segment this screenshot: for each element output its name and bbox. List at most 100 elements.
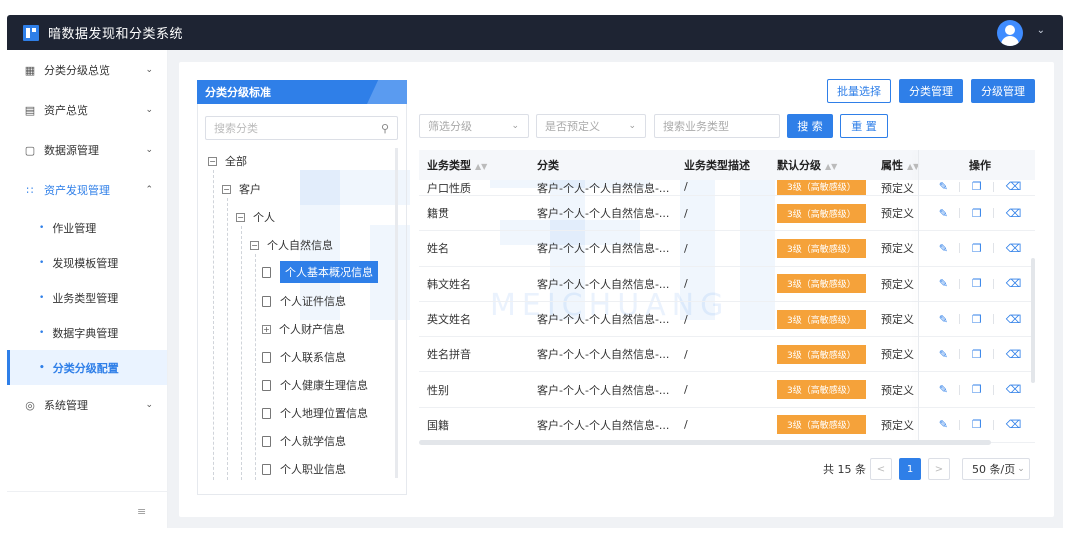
input-placeholder: 搜索业务类型 xyxy=(663,120,729,133)
divider xyxy=(959,384,961,395)
chevron-down-icon[interactable]: ⌄ xyxy=(1037,25,1045,36)
delete-icon[interactable]: ⌫ xyxy=(1006,207,1022,220)
divider xyxy=(959,181,961,192)
collapse-toggle-icon[interactable]: − xyxy=(222,184,231,194)
edit-icon[interactable]: ✎ xyxy=(939,207,948,220)
copy-icon[interactable]: ❐ xyxy=(972,277,982,290)
copy-icon[interactable]: ❐ xyxy=(972,418,982,431)
predefined-filter-select[interactable]: 是否预定义 ⌄ xyxy=(536,114,646,138)
sidebar-item-system[interactable]: ◎ 系统管理 ⌄ xyxy=(7,385,167,425)
divider xyxy=(993,349,995,360)
divider xyxy=(959,314,961,325)
business-type-table: 业务类型 ▲▼ 分类 业务类型描述 默认分级 ▲▼ 属性 ▲▼ 操作 户口性质 客户-个… xyxy=(419,150,1035,444)
tree-node-natural-info[interactable]: − 个人自然信息 xyxy=(250,235,333,255)
tree-node-label: 个人财产信息 xyxy=(279,323,345,336)
edit-icon[interactable]: ✎ xyxy=(939,348,948,361)
cell-actions: ✎ ❐ ⌫ xyxy=(925,242,1035,255)
delete-icon[interactable]: ⌫ xyxy=(1006,277,1022,290)
nodes-icon: ∷ xyxy=(26,183,34,197)
sidebar-subitem-templates[interactable]: • 发现模板管理 xyxy=(7,245,167,280)
page-1-button[interactable]: 1 xyxy=(899,458,921,480)
cell-desc: / xyxy=(684,241,688,255)
document-icon xyxy=(262,266,271,278)
delete-icon[interactable]: ⌫ xyxy=(1006,383,1022,396)
column-header-type[interactable]: 业务类型 ▲▼ xyxy=(419,157,529,173)
tree-node-id-info[interactable]: 个人证件信息 xyxy=(262,291,346,311)
copy-icon[interactable]: ❐ xyxy=(972,313,982,326)
collapse-toggle-icon[interactable]: − xyxy=(236,212,245,222)
copy-icon[interactable]: ❐ xyxy=(972,180,982,193)
copy-icon[interactable]: ❐ xyxy=(972,383,982,396)
edit-icon[interactable]: ✎ xyxy=(939,418,948,431)
page-size-select[interactable]: 50 条/页 ⌄ xyxy=(962,458,1030,480)
file-icon: ▢ xyxy=(24,143,36,157)
collapse-toggle-icon[interactable]: − xyxy=(208,156,217,166)
business-type-search-input[interactable]: 搜索业务类型 xyxy=(654,114,780,138)
tree-node-label: 个人 xyxy=(253,211,275,224)
expand-toggle-icon[interactable]: + xyxy=(262,324,271,334)
sort-icon[interactable]: ▲▼ xyxy=(825,162,837,171)
tree-node-health-info[interactable]: 个人健康生理信息 xyxy=(262,375,368,395)
user-avatar[interactable] xyxy=(997,20,1023,46)
sidebar-item-assets[interactable]: ▤ 资产总览 ⌄ xyxy=(7,90,167,130)
tree-node-customer[interactable]: − 客户 xyxy=(222,179,261,199)
edit-icon[interactable]: ✎ xyxy=(939,313,948,326)
sidebar-subitem-business-types[interactable]: • 业务类型管理 xyxy=(7,280,167,315)
reset-button[interactable]: 重 置 xyxy=(840,114,888,138)
copy-icon[interactable]: ❐ xyxy=(972,348,982,361)
tree-node-career-info[interactable]: 个人职业信息 xyxy=(262,459,346,479)
copy-icon[interactable]: ❐ xyxy=(972,242,982,255)
cell-actions: ✎ ❐ ⌫ xyxy=(925,348,1035,361)
divider xyxy=(959,419,961,430)
level-badge: 3级（高敏感级） xyxy=(777,309,866,329)
panel-title-text: 分类分级标准 xyxy=(205,86,271,99)
app-logo-icon xyxy=(23,24,39,41)
tree-node-personal[interactable]: − 个人 xyxy=(236,207,275,227)
tree-scrollbar[interactable] xyxy=(395,148,398,478)
tree-node-all[interactable]: − 全部 xyxy=(208,151,247,171)
collapse-toggle-icon[interactable]: − xyxy=(250,240,259,250)
delete-icon[interactable]: ⌫ xyxy=(1006,348,1022,361)
tree-node-property-info[interactable]: + 个人财产信息 xyxy=(262,319,345,339)
sidebar-item-discovery[interactable]: ∷ 资产发现管理 ⌃ xyxy=(7,170,167,210)
table-header: 业务类型 ▲▼ 分类 业务类型描述 默认分级 ▲▼ 属性 ▲▼ 操作 xyxy=(419,150,1035,180)
menu-collapse-icon[interactable]: ≡ xyxy=(137,505,146,518)
delete-icon[interactable]: ⌫ xyxy=(1006,418,1022,431)
level-filter-select[interactable]: 筛选分级 ⌄ xyxy=(419,114,529,138)
delete-icon[interactable]: ⌫ xyxy=(1006,242,1022,255)
delete-icon[interactable]: ⌫ xyxy=(1006,180,1022,193)
next-page-button[interactable]: > xyxy=(928,458,950,480)
sidebar-subitem-classification-config[interactable]: • 分类分级配置 xyxy=(7,350,167,385)
tree-node-contact-info[interactable]: 个人联系信息 xyxy=(262,347,346,367)
sidebar-subitem-label: 业务类型管理 xyxy=(52,291,119,305)
sort-icon[interactable]: ▲▼ xyxy=(475,162,487,171)
batch-select-button[interactable]: 批量选择 xyxy=(827,79,891,103)
edit-icon[interactable]: ✎ xyxy=(939,277,948,290)
tree-node-education-info[interactable]: 个人就学信息 xyxy=(262,431,346,451)
header-accent xyxy=(367,80,407,104)
column-header-level[interactable]: 默认分级 ▲▼ xyxy=(769,157,873,173)
category-manage-button[interactable]: 分类管理 xyxy=(899,79,963,103)
cell-category: 客户-个人-个人自然信息-... xyxy=(537,277,670,291)
tree-node-basic-info[interactable]: 个人基本概况信息 xyxy=(262,261,378,283)
search-icon[interactable]: ⚲ xyxy=(381,122,389,135)
search-button[interactable]: 搜 索 xyxy=(787,114,833,138)
vertical-scrollbar[interactable] xyxy=(1031,258,1035,383)
category-search-input[interactable]: 搜索分类 ⚲ xyxy=(205,116,398,140)
edit-icon[interactable]: ✎ xyxy=(939,180,948,193)
sidebar-item-datasource[interactable]: ▢ 数据源管理 ⌄ xyxy=(7,130,167,170)
delete-icon[interactable]: ⌫ xyxy=(1006,313,1022,326)
edit-icon[interactable]: ✎ xyxy=(939,242,948,255)
tree-node-label: 个人基本概况信息 xyxy=(280,261,378,283)
tree-node-label: 个人地理位置信息 xyxy=(280,407,368,420)
level-manage-button[interactable]: 分级管理 xyxy=(971,79,1035,103)
sidebar-item-overview[interactable]: ▦ 分类分级总览 ⌄ xyxy=(7,50,167,90)
tree-node-location-info[interactable]: 个人地理位置信息 xyxy=(262,403,368,423)
copy-icon[interactable]: ❐ xyxy=(972,207,982,220)
cell-category: 客户-个人-个人自然信息-... xyxy=(537,207,670,221)
horizontal-scrollbar[interactable] xyxy=(419,440,991,445)
sidebar-subitem-jobs[interactable]: • 作业管理 xyxy=(7,210,167,245)
prev-page-button[interactable]: < xyxy=(870,458,892,480)
edit-icon[interactable]: ✎ xyxy=(939,383,948,396)
sidebar-subitem-dictionary[interactable]: • 数据字典管理 xyxy=(7,315,167,350)
